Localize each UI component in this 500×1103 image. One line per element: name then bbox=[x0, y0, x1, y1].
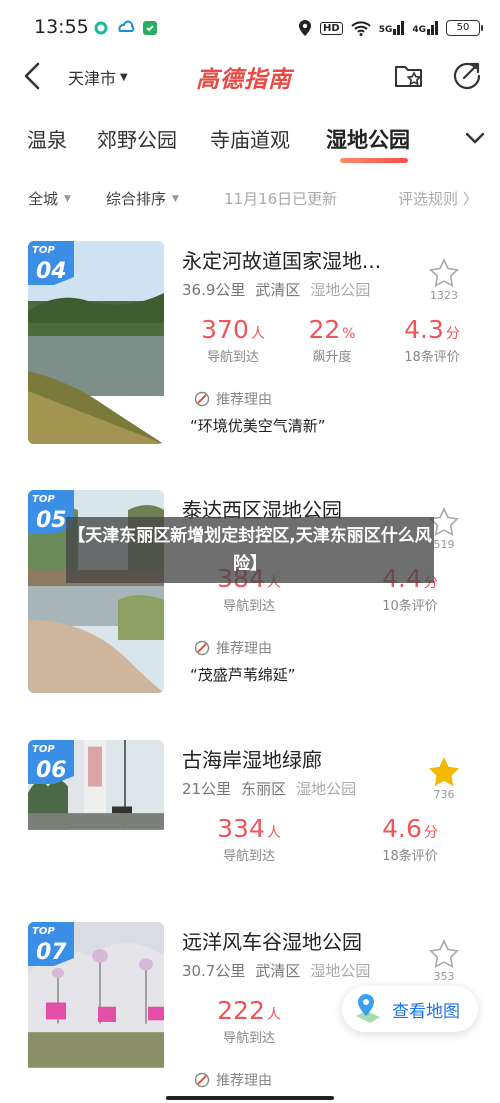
place-type: 湿地公园 bbox=[310, 281, 371, 299]
area-filter[interactable]: 全城 ▼ bbox=[28, 188, 71, 209]
favorite-count: 736 bbox=[433, 788, 455, 801]
status-bar: 13:55 HD 5G 4G 50 bbox=[0, 0, 500, 56]
reason-text: “环境优美空气清新” bbox=[190, 417, 326, 435]
star-icon bbox=[428, 258, 460, 287]
category-tabs: 温泉 郊野公园 寺庙道观 湿地公园 bbox=[0, 112, 500, 172]
selection-rules-link[interactable]: 评选规则 〉 bbox=[398, 188, 478, 209]
district: 武清区 bbox=[255, 962, 301, 980]
rating-stat: 4.6 分 18条评价 bbox=[382, 814, 438, 864]
badge-icon bbox=[194, 640, 210, 656]
caret-down-icon: ▼ bbox=[120, 71, 128, 83]
rank-number: 04 bbox=[36, 259, 67, 284]
back-arrow-icon[interactable] bbox=[18, 58, 48, 94]
wifi-icon bbox=[350, 21, 371, 36]
distance: 36.9公里 bbox=[182, 281, 246, 299]
badge-icon bbox=[194, 1072, 210, 1088]
district: 东丽区 bbox=[241, 780, 287, 798]
hd-badge: HD bbox=[320, 21, 343, 35]
place-title: 远洋风车谷湿地公园 bbox=[182, 930, 362, 954]
rank-top-label: TOP bbox=[32, 494, 55, 505]
favorite-count: 353 bbox=[433, 970, 455, 983]
home-indicator bbox=[166, 1096, 334, 1100]
place-type: 湿地公园 bbox=[310, 962, 371, 980]
rating-stat: 4.3 分 18条评价 bbox=[404, 315, 460, 365]
overlay-caption: 【天津东丽区新增划定封控区,天津东丽区什么风险】 bbox=[66, 517, 434, 583]
top-nav-bar: 天津市 ▼ 高德指南 bbox=[0, 52, 500, 102]
nav-arrivals-stat: 222 人 导航到达 bbox=[217, 996, 281, 1046]
rank-top-label: TOP bbox=[32, 926, 55, 937]
battery-indicator: 50 bbox=[446, 20, 483, 36]
place-type: 湿地公园 bbox=[296, 780, 357, 798]
shield-app-icon bbox=[143, 21, 157, 35]
favorite-button[interactable]: 1323 bbox=[424, 257, 464, 307]
place-meta: 36.9公里 武清区 湿地公园 bbox=[182, 279, 370, 300]
sort-filter-label: 综合排序 bbox=[106, 190, 167, 208]
filter-bar: 全城 ▼ 综合排序 ▼ 11月16日已更新 评选规则 〉 bbox=[0, 180, 500, 216]
notification-app-icon bbox=[94, 21, 108, 35]
place-title: 古海岸湿地绿廊 bbox=[182, 748, 322, 772]
status-time: 13:55 bbox=[34, 16, 89, 38]
area-filter-label: 全城 bbox=[28, 190, 59, 208]
update-date: 11月16日已更新 bbox=[224, 190, 338, 208]
active-tab-indicator bbox=[340, 158, 408, 163]
star-icon bbox=[428, 939, 460, 968]
caret-down-icon: ▼ bbox=[172, 193, 179, 204]
place-title: 永定河故道国家湿地... bbox=[182, 249, 382, 273]
nav-arrivals-stat: 370 人 导航到达 bbox=[201, 315, 265, 365]
distance: 21公里 bbox=[182, 780, 232, 798]
reason-tag: 推荐理由 bbox=[194, 389, 272, 409]
location-icon bbox=[299, 20, 312, 36]
signal-4g-icon: 4G bbox=[412, 21, 438, 35]
distance: 30.7公里 bbox=[182, 962, 246, 980]
caret-down-icon: ▼ bbox=[64, 193, 71, 204]
reason-tag: 推荐理由 bbox=[194, 1070, 272, 1090]
favorites-folder-icon[interactable] bbox=[392, 58, 426, 92]
favorite-button[interactable]: 736 bbox=[424, 756, 464, 806]
rank-number: 07 bbox=[36, 940, 67, 965]
view-map-label: 查看地图 bbox=[392, 1001, 460, 1022]
city-label: 天津市 bbox=[68, 69, 117, 88]
view-map-button[interactable]: 查看地图 bbox=[342, 986, 478, 1032]
tab-country-park[interactable]: 郊野公园 bbox=[97, 124, 177, 153]
badge-icon bbox=[194, 391, 210, 407]
tab-wetland-park[interactable]: 湿地公园 bbox=[326, 124, 410, 154]
chevron-down-icon[interactable] bbox=[462, 128, 488, 148]
status-indicators: HD 5G 4G 50 bbox=[298, 16, 483, 40]
cloud-link-icon bbox=[118, 20, 135, 32]
district: 武清区 bbox=[255, 281, 301, 299]
reason-text: “茂盛芦苇绵延” bbox=[190, 666, 296, 684]
place-meta: 30.7公里 武清区 湿地公园 bbox=[182, 960, 370, 981]
place-meta: 21公里 东丽区 湿地公园 bbox=[182, 778, 356, 799]
tab-temple[interactable]: 寺庙道观 bbox=[210, 124, 290, 153]
rank-number: 05 bbox=[36, 508, 67, 533]
app-logo: 高德指南 bbox=[196, 67, 292, 93]
sort-filter[interactable]: 综合排序 ▼ bbox=[106, 188, 179, 209]
reason-tag: 推荐理由 bbox=[194, 638, 272, 658]
signal-5g-icon: 5G bbox=[379, 21, 405, 35]
tab-hot-spring[interactable]: 温泉 bbox=[27, 124, 67, 153]
star-filled-icon bbox=[428, 757, 460, 786]
favorite-button[interactable]: 353 bbox=[424, 938, 464, 988]
nav-arrivals-stat: 334 人 导航到达 bbox=[217, 814, 281, 864]
map-pin-icon bbox=[356, 994, 380, 1023]
favorite-count: 1323 bbox=[430, 289, 458, 302]
rank-top-label: TOP bbox=[32, 744, 55, 755]
share-icon[interactable] bbox=[450, 58, 484, 92]
rise-stat: 22% 飙升度 bbox=[308, 315, 356, 365]
list-item[interactable]: TOP 04 永定河故道国家湿地... 36.9公里 武清区 湿地公园 1323… bbox=[0, 241, 500, 461]
rank-number: 06 bbox=[36, 758, 67, 783]
rank-top-label: TOP bbox=[32, 245, 55, 256]
city-selector[interactable]: 天津市 ▼ bbox=[68, 65, 128, 89]
